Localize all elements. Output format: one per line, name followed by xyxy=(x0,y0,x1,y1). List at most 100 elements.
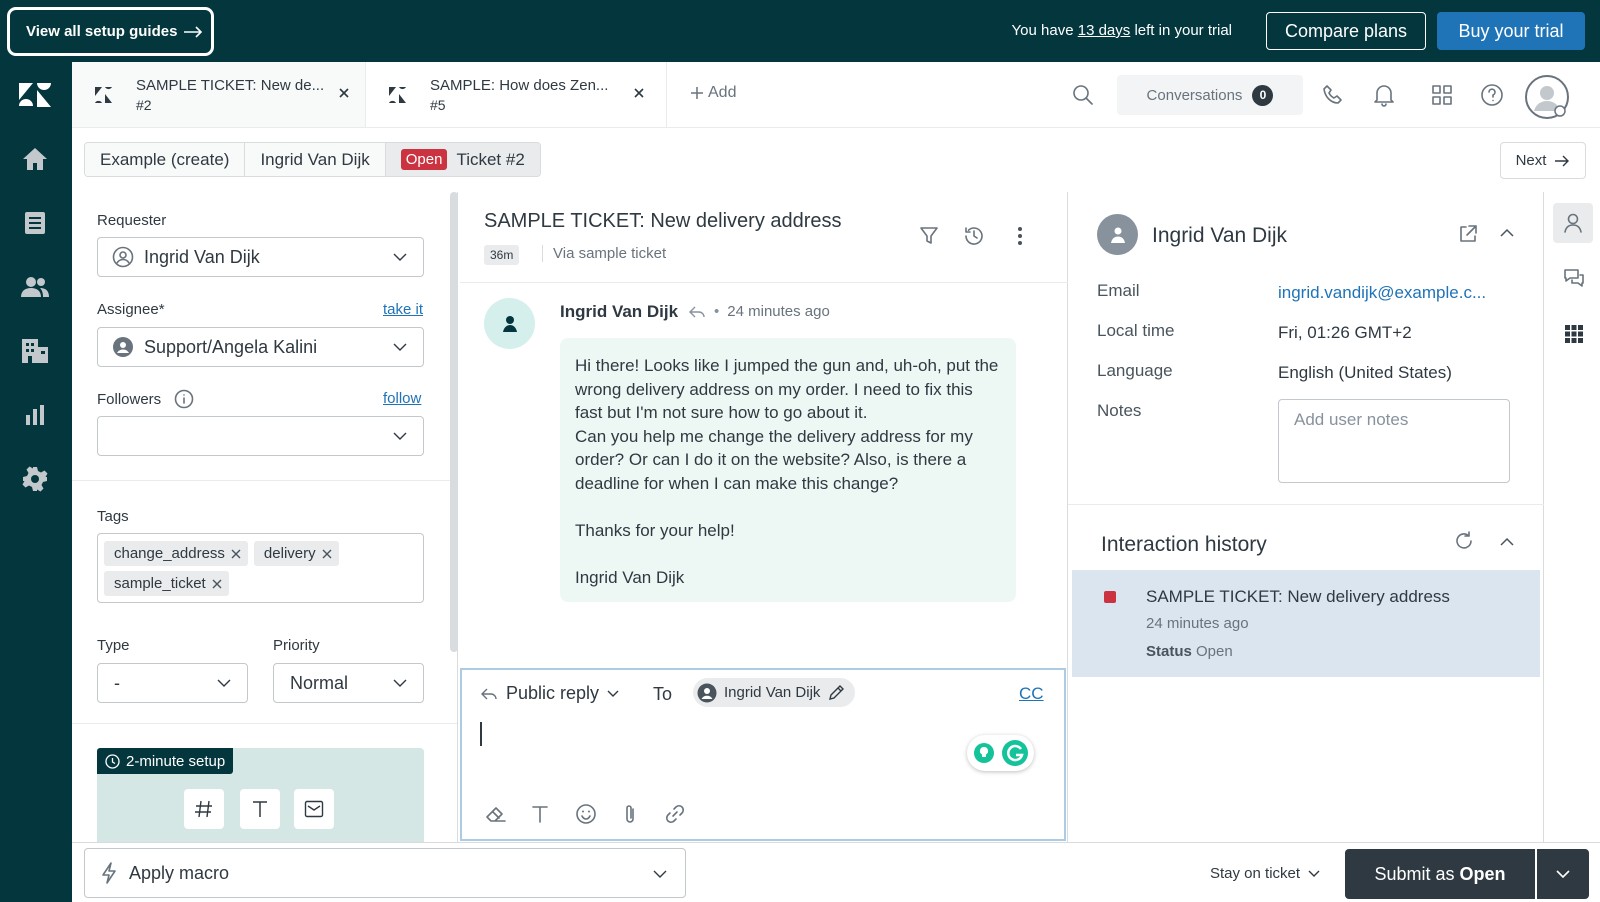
tab-ticket-2[interactable]: SAMPLE TICKET: New de... #2 xyxy=(72,62,366,127)
submit-ticket-button[interactable]: Submit as Open xyxy=(1345,849,1535,899)
chevron-down-icon xyxy=(217,679,231,687)
interaction-history-title: Interaction history xyxy=(1101,533,1267,556)
ticket-properties-panel: Requester Ingrid Van Dijk Assignee* take… xyxy=(72,192,458,842)
help-icon[interactable] xyxy=(1480,83,1504,107)
text-format-icon[interactable] xyxy=(531,804,549,824)
grammarly-icon xyxy=(1001,739,1029,767)
grammarly-widget[interactable] xyxy=(967,735,1034,771)
assignee-field[interactable]: Support/Angela Kalini xyxy=(97,327,424,367)
remove-tag-icon[interactable] xyxy=(212,579,222,589)
inbox-icon[interactable] xyxy=(294,789,334,829)
priority-value: Normal xyxy=(290,672,349,693)
status-value: Open xyxy=(1196,643,1233,660)
add-tab-button[interactable]: Add xyxy=(690,84,736,102)
breadcrumb-requester[interactable]: Ingrid Van Dijk xyxy=(245,143,386,176)
history-icon[interactable] xyxy=(963,225,985,247)
customers-icon[interactable] xyxy=(18,270,52,304)
buy-trial-button[interactable]: Buy your trial xyxy=(1437,12,1585,50)
apply-macro-dropdown[interactable]: Apply macro xyxy=(84,848,686,898)
recipient-chip[interactable]: Ingrid Van Dijk xyxy=(693,678,856,707)
reporting-icon[interactable] xyxy=(18,398,52,432)
breadcrumb-ticket[interactable]: Open Ticket #2 xyxy=(385,143,540,176)
conversations-chat-icon[interactable] xyxy=(1563,267,1585,289)
properties-scrollbar[interactable] xyxy=(450,192,458,652)
compare-plans-button[interactable]: Compare plans xyxy=(1266,12,1426,50)
after-submit-dropdown[interactable]: Stay on ticket xyxy=(1210,865,1320,882)
edit-pencil-icon[interactable] xyxy=(827,684,845,702)
requester-field[interactable]: Ingrid Van Dijk xyxy=(97,237,424,277)
trial-days-link[interactable]: 13 days xyxy=(1078,22,1131,39)
text-format-icon[interactable] xyxy=(240,789,280,829)
tags-field[interactable]: change_address delivery sample_ticket xyxy=(97,533,424,603)
user-notes-textarea[interactable]: Add user notes xyxy=(1278,399,1510,483)
search-icon[interactable] xyxy=(1072,84,1094,106)
home-icon[interactable] xyxy=(18,142,52,176)
chevron-up-icon[interactable] xyxy=(1500,537,1514,546)
type-label: Type xyxy=(97,637,130,654)
remove-tag-icon[interactable] xyxy=(322,549,332,559)
arrow-right-icon xyxy=(1554,155,1570,167)
follow-link[interactable]: follow xyxy=(383,390,421,407)
refresh-icon[interactable] xyxy=(1454,531,1474,551)
email-link[interactable]: ingrid.vandijk@example.c... xyxy=(1278,283,1486,303)
more-options-icon[interactable] xyxy=(1017,226,1023,246)
chevron-down-icon xyxy=(393,253,407,261)
priority-select[interactable]: Normal xyxy=(273,663,424,703)
take-it-link[interactable]: take it xyxy=(383,301,423,318)
ticket-age-badge: 36m xyxy=(484,245,520,265)
submit-options-button[interactable] xyxy=(1537,849,1589,899)
conversations-button[interactable]: Conversations 0 xyxy=(1117,75,1303,115)
phone-icon[interactable] xyxy=(1322,84,1344,106)
open-profile-external-icon[interactable] xyxy=(1458,224,1478,244)
apps-grid-icon[interactable] xyxy=(1564,324,1584,344)
lightbulb-icon xyxy=(973,742,995,764)
apps-grid-icon[interactable] xyxy=(1431,84,1453,106)
trial-prefix: You have xyxy=(1011,22,1074,39)
breadcrumb-organization[interactable]: Example (create) xyxy=(85,143,246,176)
cc-link[interactable]: CC xyxy=(1019,684,1044,704)
views-icon[interactable] xyxy=(18,206,52,240)
requester-value: Ingrid Van Dijk xyxy=(144,246,260,267)
eraser-icon[interactable] xyxy=(485,804,507,824)
user-profile-avatar[interactable] xyxy=(1525,75,1569,119)
admin-settings-gear-icon[interactable] xyxy=(18,462,52,496)
text-cursor[interactable] xyxy=(480,722,482,746)
next-ticket-button[interactable]: Next xyxy=(1500,142,1586,179)
message-author[interactable]: Ingrid Van Dijk xyxy=(560,302,678,322)
filter-icon[interactable] xyxy=(919,226,939,246)
emoji-icon[interactable] xyxy=(575,803,597,825)
view-setup-guides-button[interactable]: View all setup guides xyxy=(7,7,214,56)
hashtag-icon[interactable] xyxy=(184,789,224,829)
tag-label: delivery xyxy=(263,545,316,562)
reply-type-label: Public reply xyxy=(506,683,600,703)
remove-tag-icon[interactable] xyxy=(231,549,241,559)
chevron-down-icon xyxy=(1308,870,1320,878)
chevron-down-icon xyxy=(393,343,407,351)
reply-type-dropdown[interactable]: Public reply xyxy=(480,683,619,704)
type-select[interactable]: - xyxy=(97,663,248,703)
ticket-tab-bar: SAMPLE TICKET: New de... #2 SAMPLE: How … xyxy=(72,62,1600,128)
message-author-avatar xyxy=(484,298,535,349)
notifications-bell-icon[interactable] xyxy=(1373,83,1395,107)
divider xyxy=(72,723,457,724)
followers-field[interactable] xyxy=(97,416,424,456)
breadcrumb: Example (create) Ingrid Van Dijk Open Ti… xyxy=(84,142,541,177)
message-timestamp: 24 minutes ago xyxy=(727,303,830,320)
close-tab-icon[interactable] xyxy=(337,86,351,100)
link-icon[interactable] xyxy=(664,803,686,825)
customer-context-user-icon[interactable] xyxy=(1553,203,1593,243)
chevron-up-icon[interactable] xyxy=(1500,228,1514,237)
close-tab-icon[interactable] xyxy=(632,86,646,100)
main-nav xyxy=(0,62,72,902)
info-icon[interactable] xyxy=(174,389,194,409)
tab-number: #5 xyxy=(430,97,446,113)
zendesk-logo-icon[interactable] xyxy=(18,78,52,112)
tab-ticket-5[interactable]: SAMPLE: How does Zen... #5 xyxy=(366,62,667,127)
message-meta: • 24 minutes ago xyxy=(688,303,830,320)
organizations-icon[interactable] xyxy=(18,334,52,368)
attachment-paperclip-icon[interactable] xyxy=(622,803,638,825)
breadcrumb-ticket-label: Ticket #2 xyxy=(456,149,525,169)
tag-label: sample_ticket xyxy=(114,575,206,592)
apply-macro-label: Apply macro xyxy=(129,862,230,883)
context-rail xyxy=(1545,192,1600,842)
